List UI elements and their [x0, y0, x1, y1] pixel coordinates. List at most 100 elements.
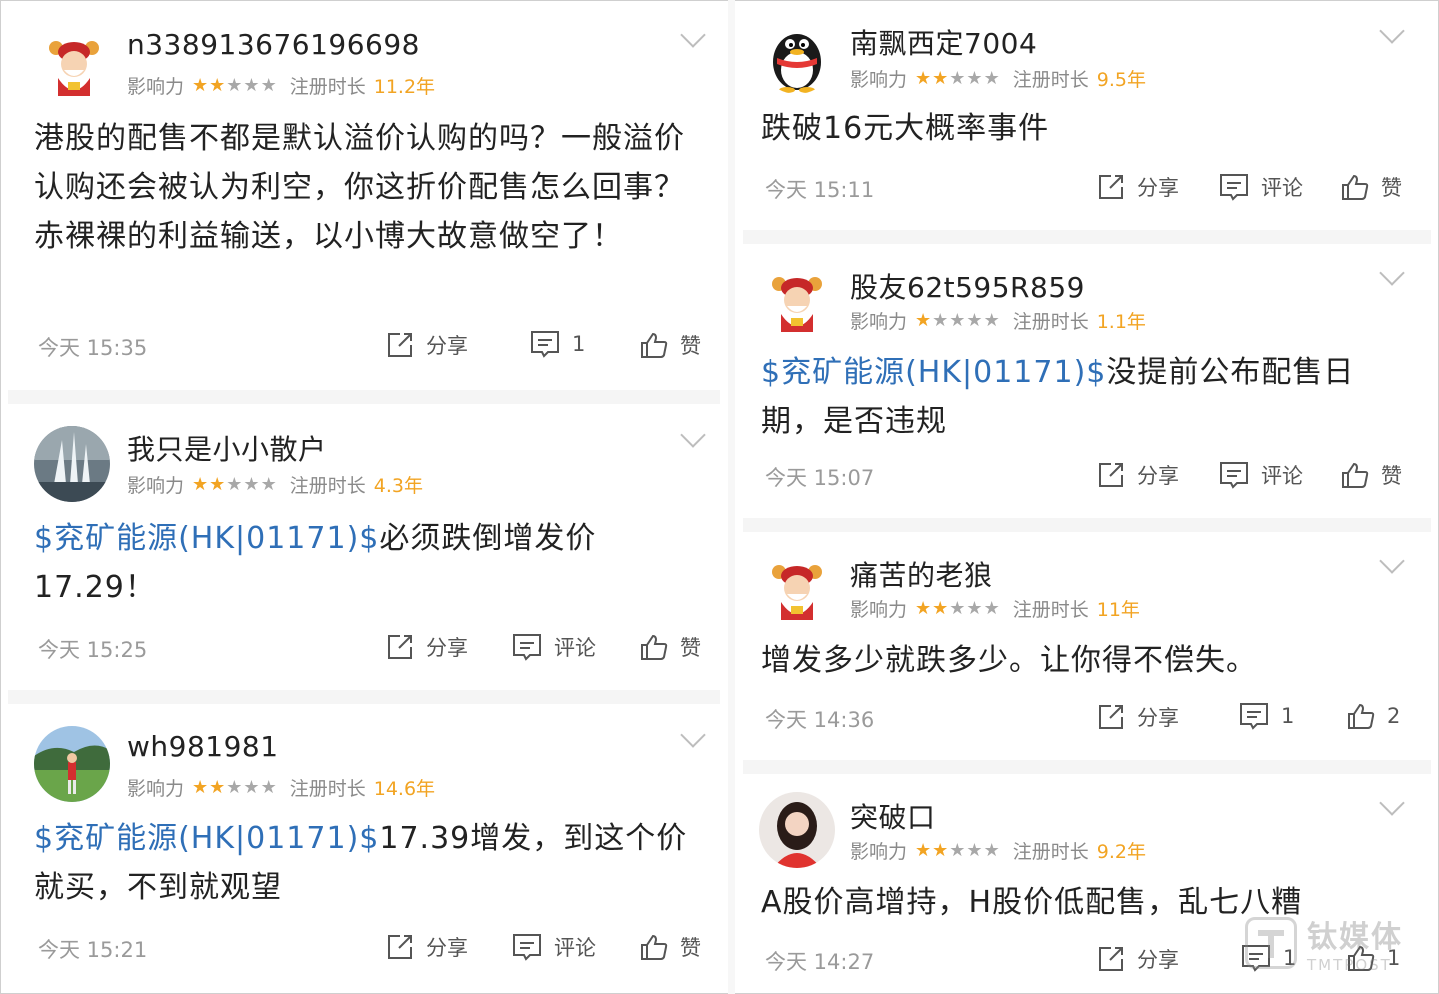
influence-stars: ★★★★★ [192, 777, 278, 798]
thumbs-up-icon [641, 634, 668, 660]
comment-button[interactable]: 评论 [512, 632, 596, 662]
chevron-down-icon[interactable] [1379, 18, 1405, 44]
share-label: 分享 [1137, 176, 1179, 200]
username[interactable]: 股友62t595R859 [850, 266, 1085, 306]
share-label: 分享 [1137, 464, 1179, 488]
comment-button[interactable]: 评论 [1219, 460, 1303, 490]
username[interactable]: wh981981 [127, 730, 279, 763]
stock-tag-link[interactable]: $兖矿能源(HK|01171)$ [34, 821, 379, 856]
influence-stars: ★★★★★ [915, 310, 1001, 331]
like-button[interactable]: 赞 [1341, 172, 1402, 202]
post-time: 今天 15:25 [38, 638, 148, 662]
username[interactable]: 突破口 [850, 796, 936, 836]
share-label: 分享 [426, 334, 468, 358]
share-icon [1099, 463, 1123, 487]
stock-tag-link[interactable]: $兖矿能源(HK|01171)$ [34, 521, 379, 556]
chevron-down-icon[interactable] [1379, 260, 1405, 286]
share-button[interactable]: 分享 [386, 632, 468, 662]
comment-count: 1 [1281, 704, 1295, 728]
share-icon [1099, 705, 1123, 729]
chevron-down-icon[interactable] [680, 722, 706, 748]
user-meta: 影响力 ★★★★★ 注册时长 11年 [850, 595, 1140, 622]
post-time: 今天 14:27 [765, 950, 875, 974]
chevron-down-icon[interactable] [1379, 548, 1405, 574]
like-label: 赞 [1381, 176, 1402, 200]
golf-photo-avatar-icon [34, 726, 110, 802]
like-button[interactable]: 赞 [1341, 460, 1402, 490]
tmtpost-logo-icon [1245, 917, 1297, 969]
comment-button[interactable]: 评论 [1219, 172, 1303, 202]
share-button[interactable]: 分享 [386, 330, 468, 360]
post-text: $兖矿能源(HK|01171)$必须跌倒增发价17.29！ [34, 514, 634, 612]
post-card: 南飘西定7004 影响力 ★★★★★ 注册时长 9.5年 跌破16元大概率事件 … [735, 0, 1439, 228]
share-button[interactable]: 分享 [1097, 172, 1179, 202]
thumbs-up-icon [641, 934, 668, 960]
chevron-down-icon[interactable] [1379, 790, 1405, 816]
influence-label: 影响力 [850, 69, 908, 91]
share-label: 分享 [1137, 948, 1179, 972]
post-time: 今天 15:11 [765, 178, 875, 202]
avatar[interactable] [759, 262, 835, 338]
like-label: 赞 [1381, 464, 1402, 488]
post-time: 今天 15:21 [38, 938, 148, 962]
post-card: n338913676196698 影响力 ★★★★★ 注册时长 11.2年 港股… [0, 0, 728, 390]
share-button[interactable]: 分享 [1097, 944, 1179, 974]
influence-stars: ★★★★★ [192, 75, 278, 96]
influence-label: 影响力 [850, 311, 908, 333]
avatar[interactable] [759, 18, 835, 94]
caishen-avatar-icon [36, 26, 112, 102]
like-label: 赞 [680, 936, 701, 960]
post-time: 今天 14:36 [765, 708, 875, 732]
comment-button[interactable]: 1 [530, 330, 585, 358]
stock-tag-link[interactable]: $兖矿能源(HK|01171)$ [761, 355, 1106, 390]
reg-years: 11.2年 [373, 76, 436, 98]
like-count: 2 [1387, 704, 1401, 728]
chevron-down-icon[interactable] [680, 422, 706, 448]
post-separator [8, 390, 720, 404]
avatar[interactable] [34, 426, 110, 502]
chevron-down-icon[interactable] [680, 22, 706, 48]
comment-label: 评论 [554, 936, 596, 960]
avatar[interactable] [759, 550, 835, 626]
influence-stars: ★★★★★ [915, 68, 1001, 89]
username[interactable]: 南飘西定7004 [850, 22, 1037, 62]
fountain-photo-avatar-icon [34, 426, 110, 502]
avatar[interactable] [34, 726, 110, 802]
post-time: 今天 15:07 [765, 466, 875, 490]
comment-label: 评论 [1261, 176, 1303, 200]
username[interactable]: n338913676196698 [127, 28, 420, 61]
influence-stars: ★★★★★ [192, 474, 278, 495]
avatar[interactable] [36, 26, 112, 102]
influence-label: 影响力 [127, 76, 185, 98]
like-button[interactable]: 2 [1347, 702, 1400, 730]
share-icon [1099, 175, 1123, 199]
like-label: 赞 [680, 636, 701, 660]
comment-button[interactable]: 评论 [512, 932, 596, 962]
reg-years: 4.3年 [373, 475, 423, 497]
reg-years: 9.2年 [1096, 841, 1146, 863]
post-text: $兖矿能源(HK|01171)$没提前公布配售日期，是否违规 [761, 348, 1401, 446]
share-button[interactable]: 分享 [386, 932, 468, 962]
watermark-cn: 钛媒体 [1307, 920, 1403, 955]
thumbs-up-icon [641, 332, 668, 358]
avatar[interactable] [759, 792, 835, 868]
username[interactable]: 痛苦的老狼 [850, 554, 993, 594]
like-button[interactable]: 赞 [640, 932, 701, 962]
share-icon [388, 935, 412, 959]
share-button[interactable]: 分享 [1097, 460, 1179, 490]
share-label: 分享 [426, 936, 468, 960]
comment-button[interactable]: 1 [1239, 702, 1294, 730]
post-card: 我只是小小散户 影响力 ★★★★★ 注册时长 4.3年 $兖矿能源(HK|011… [0, 404, 728, 689]
influence-stars: ★★★★★ [915, 840, 1001, 861]
comment-icon [1220, 462, 1248, 489]
watermark-en: TMTPOST [1307, 956, 1392, 974]
username[interactable]: 我只是小小散户 [127, 428, 327, 468]
share-button[interactable]: 分享 [1097, 702, 1179, 732]
user-meta: 影响力 ★★★★★ 注册时长 9.2年 [850, 837, 1146, 864]
user-meta: 影响力 ★★★★★ 注册时长 9.5年 [850, 65, 1146, 92]
share-label: 分享 [426, 636, 468, 660]
reg-years: 9.5年 [1096, 69, 1146, 91]
reg-duration-label: 注册时长 [289, 778, 366, 800]
like-button[interactable]: 赞 [640, 632, 701, 662]
like-button[interactable]: 赞 [640, 330, 701, 360]
